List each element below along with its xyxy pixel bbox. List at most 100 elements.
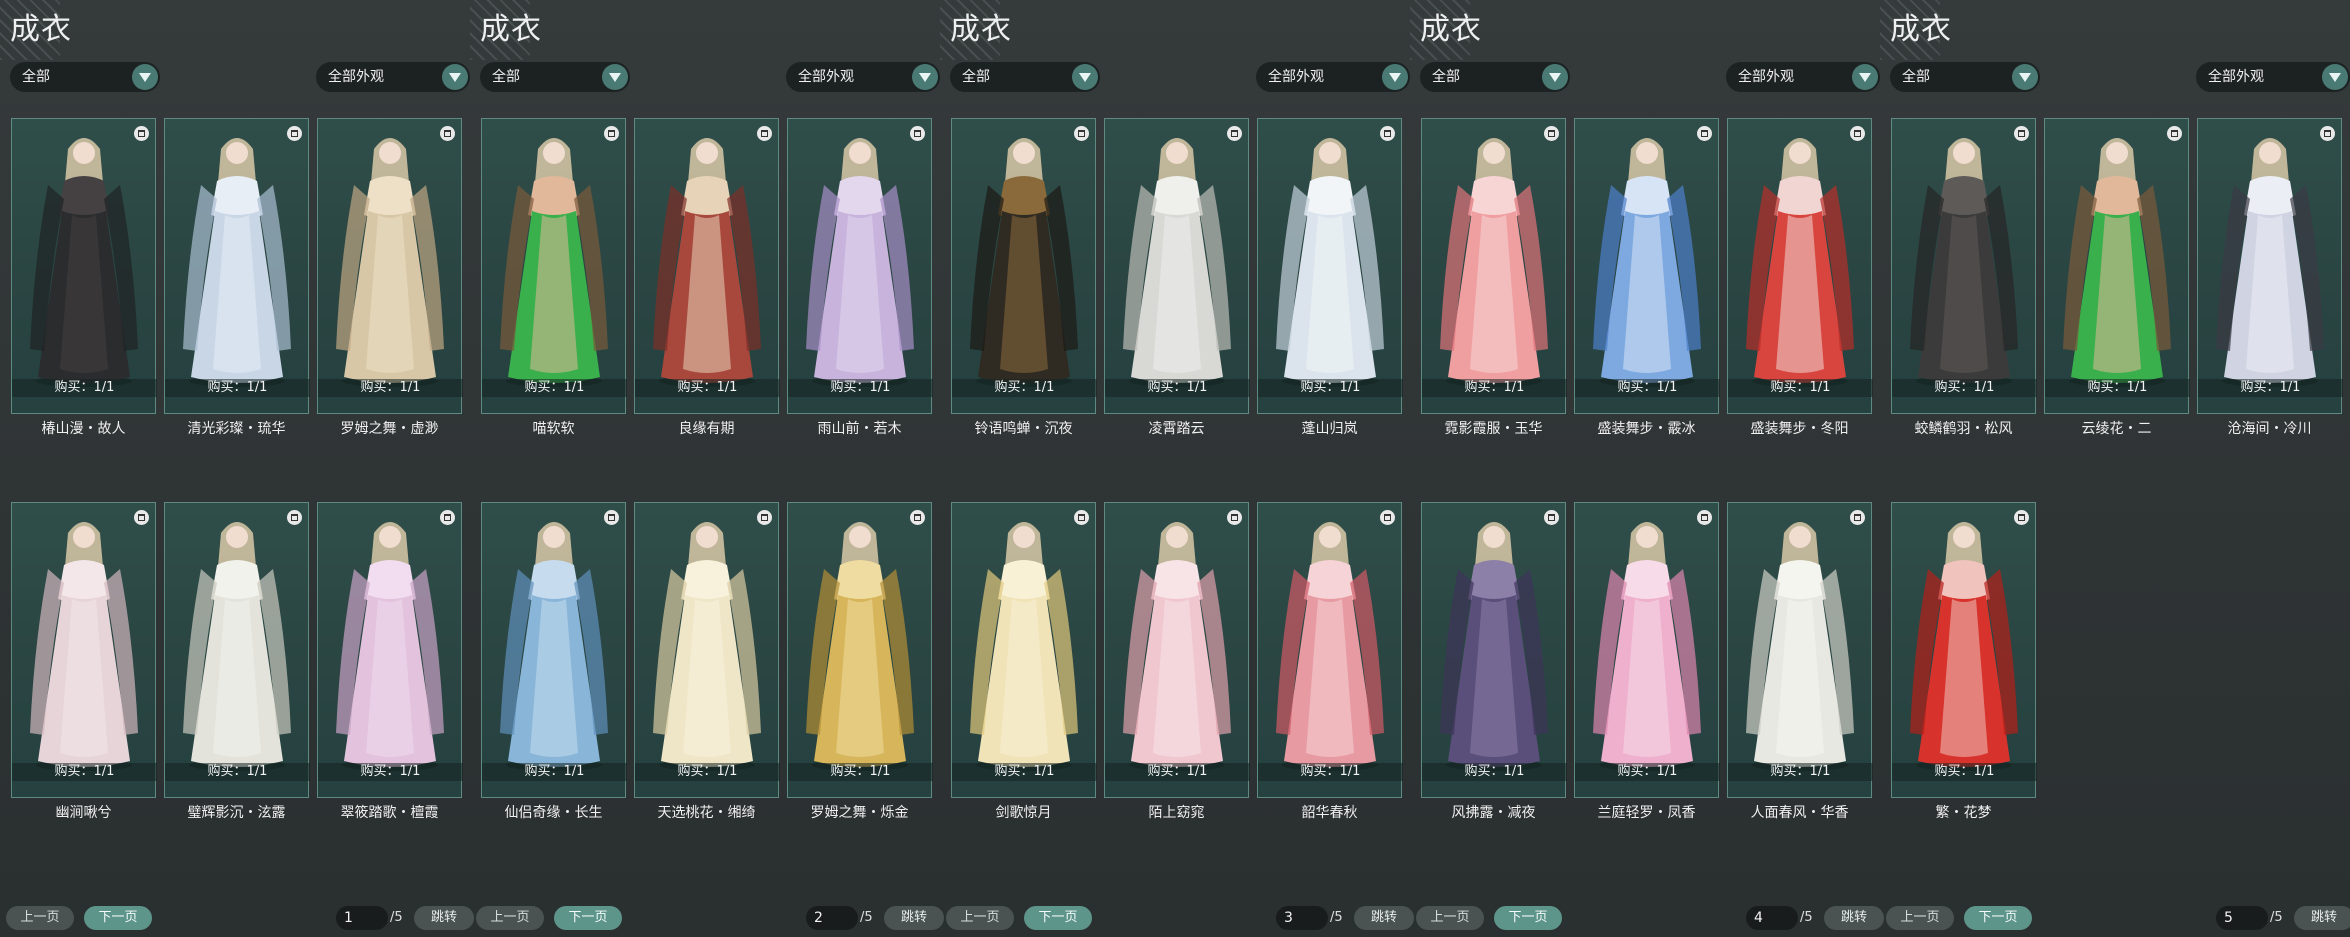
- outfit-card[interactable]: 购买：1/1 罗姆之舞・烁金: [787, 502, 933, 821]
- next-page-button[interactable]: 下一页: [1964, 906, 2032, 930]
- outfit-name: 椿山漫・故人: [41, 421, 126, 437]
- outfit-card[interactable]: 购买：1/1 风拂露・减夜: [1421, 502, 1567, 821]
- next-page-button[interactable]: 下一页: [554, 906, 622, 930]
- trash-icon[interactable]: [2320, 126, 2335, 141]
- outfit-card[interactable]: 购买：1/1 良缘有期: [634, 118, 780, 437]
- page-number-input[interactable]: 2: [806, 906, 858, 930]
- trash-icon[interactable]: [2167, 126, 2182, 141]
- trash-icon[interactable]: [1697, 126, 1712, 141]
- page-number-input[interactable]: 1: [336, 906, 388, 930]
- category-dropdown[interactable]: 全部: [1420, 62, 1570, 92]
- outfit-card[interactable]: 购买：1/1 清光彩璨・琉华: [164, 118, 310, 437]
- trash-icon[interactable]: [440, 126, 455, 141]
- appearance-dropdown[interactable]: 全部外观: [786, 62, 940, 92]
- outfit-card[interactable]: 购买：1/1 蛟鳞鹤羽・松风: [1891, 118, 2037, 437]
- trash-icon[interactable]: [134, 510, 149, 525]
- category-dropdown[interactable]: 全部: [950, 62, 1100, 92]
- jump-button[interactable]: 跳转: [414, 906, 474, 930]
- chevron-down-icon: [1072, 64, 1098, 90]
- trash-icon[interactable]: [1380, 510, 1395, 525]
- outfit-card[interactable]: 购买：1/1 翠筱踏歌・檀霞: [317, 502, 463, 821]
- trash-icon[interactable]: [287, 126, 302, 141]
- next-page-button[interactable]: 下一页: [1494, 906, 1562, 930]
- trash-icon[interactable]: [1850, 510, 1865, 525]
- outfit-card[interactable]: 购买：1/1 盛装舞步・冬阳: [1727, 118, 1873, 437]
- trash-icon[interactable]: [604, 510, 619, 525]
- outfit-card[interactable]: 购买：1/1 韶华春秋: [1257, 502, 1403, 821]
- page-number-input[interactable]: 5: [2216, 906, 2268, 930]
- chevron-down-icon: [2012, 64, 2038, 90]
- outfit-card[interactable]: 购买：1/1 剑歌惊月: [951, 502, 1097, 821]
- outfit-card[interactable]: 购买：1/1 云绫花・二: [2044, 118, 2190, 437]
- trash-icon[interactable]: [1697, 510, 1712, 525]
- outfit-card[interactable]: 购买：1/1 铃语鸣蝉・沉夜: [951, 118, 1097, 437]
- outfit-card-frame: 购买：1/1: [481, 118, 627, 414]
- jump-button[interactable]: 跳转: [1824, 906, 1884, 930]
- chevron-down-icon: [1542, 64, 1568, 90]
- jump-button[interactable]: 跳转: [1354, 906, 1414, 930]
- outfit-card[interactable]: 购买：1/1 陌上窈窕: [1104, 502, 1250, 821]
- outfit-card[interactable]: 购买：1/1 沧海间・冷川: [2197, 118, 2343, 437]
- trash-icon[interactable]: [287, 510, 302, 525]
- prev-page-button[interactable]: 上一页: [476, 906, 544, 930]
- category-dropdown[interactable]: 全部: [10, 62, 160, 92]
- outfit-figure: [1440, 138, 1548, 387]
- prev-page-button[interactable]: 上一页: [6, 906, 74, 930]
- appearance-dropdown[interactable]: 全部外观: [316, 62, 470, 92]
- jump-button[interactable]: 跳转: [2294, 906, 2350, 930]
- outfit-card[interactable]: 购买：1/1 喵软软: [481, 118, 627, 437]
- outfit-card[interactable]: 购买：1/1 蓬山归岚: [1257, 118, 1403, 437]
- category-dropdown[interactable]: 全部: [1890, 62, 2040, 92]
- trash-icon[interactable]: [1380, 126, 1395, 141]
- prev-page-button[interactable]: 上一页: [1886, 906, 1954, 930]
- outfit-card[interactable]: 购买：1/1 幽涧啾兮: [11, 502, 157, 821]
- outfit-card[interactable]: 购买：1/1 繁・花梦: [1891, 502, 2037, 821]
- outfit-card[interactable]: 购买：1/1 盛装舞步・霰冰: [1574, 118, 1720, 437]
- outfit-card[interactable]: 购买：1/1 兰庭轻罗・凤香: [1574, 502, 1720, 821]
- jump-button[interactable]: 跳转: [884, 906, 944, 930]
- category-dropdown[interactable]: 全部: [480, 62, 630, 92]
- trash-icon[interactable]: [1074, 510, 1089, 525]
- purchase-count: 购买：1/1: [788, 763, 933, 781]
- chevron-down-icon: [442, 64, 468, 90]
- trash-icon[interactable]: [1074, 126, 1089, 141]
- outfit-card[interactable]: 购买：1/1 罗姆之舞・虚渺: [317, 118, 463, 437]
- outfit-card[interactable]: 购买：1/1 璧辉影沉・泫露: [164, 502, 310, 821]
- next-page-button[interactable]: 下一页: [1024, 906, 1092, 930]
- outfit-figure: [1746, 138, 1854, 387]
- trash-icon[interactable]: [1227, 126, 1242, 141]
- outfit-card[interactable]: 购买：1/1 仙侣奇缘・长生: [481, 502, 627, 821]
- outfit-name: 人面春风・华香: [1750, 805, 1849, 821]
- trash-icon[interactable]: [757, 126, 772, 141]
- outfit-card[interactable]: 购买：1/1 雨山前・若木: [787, 118, 933, 437]
- appearance-dropdown-value: 全部外观: [798, 69, 854, 85]
- trash-icon[interactable]: [757, 510, 772, 525]
- outfit-card[interactable]: 购买：1/1 椿山漫・故人: [11, 118, 157, 437]
- trash-icon[interactable]: [604, 126, 619, 141]
- outfit-panel-5: 成衣 全部 全部外观 购买：1/1 蛟鳞鹤羽・松风 购买：1/1 云绫花・二 购买：1/1 沧海…: [1880, 0, 2350, 937]
- trash-icon[interactable]: [134, 126, 149, 141]
- appearance-dropdown[interactable]: 全部外观: [1256, 62, 1410, 92]
- appearance-dropdown[interactable]: 全部外观: [2196, 62, 2350, 92]
- trash-icon[interactable]: [1544, 126, 1559, 141]
- outfit-card[interactable]: 购买：1/1 天选桃花・缃绮: [634, 502, 780, 821]
- trash-icon[interactable]: [910, 510, 925, 525]
- prev-page-button[interactable]: 上一页: [946, 906, 1014, 930]
- outfit-card[interactable]: 购买：1/1 凌霄踏云: [1104, 118, 1250, 437]
- appearance-dropdown[interactable]: 全部外观: [1726, 62, 1880, 92]
- trash-icon[interactable]: [2014, 510, 2029, 525]
- page-number-input[interactable]: 3: [1276, 906, 1328, 930]
- outfit-card[interactable]: 购买：1/1 霓影霞服・玉华: [1421, 118, 1567, 437]
- outfit-name: 天选桃花・缃绮: [657, 805, 756, 821]
- outfit-name: 盛装舞步・霰冰: [1597, 421, 1696, 437]
- trash-icon[interactable]: [1850, 126, 1865, 141]
- trash-icon[interactable]: [910, 126, 925, 141]
- page-number-input[interactable]: 4: [1746, 906, 1798, 930]
- trash-icon[interactable]: [1544, 510, 1559, 525]
- prev-page-button[interactable]: 上一页: [1416, 906, 1484, 930]
- outfit-card[interactable]: 购买：1/1 人面春风・华香: [1727, 502, 1873, 821]
- trash-icon[interactable]: [440, 510, 455, 525]
- trash-icon[interactable]: [1227, 510, 1242, 525]
- next-page-button[interactable]: 下一页: [84, 906, 152, 930]
- trash-icon[interactable]: [2014, 126, 2029, 141]
